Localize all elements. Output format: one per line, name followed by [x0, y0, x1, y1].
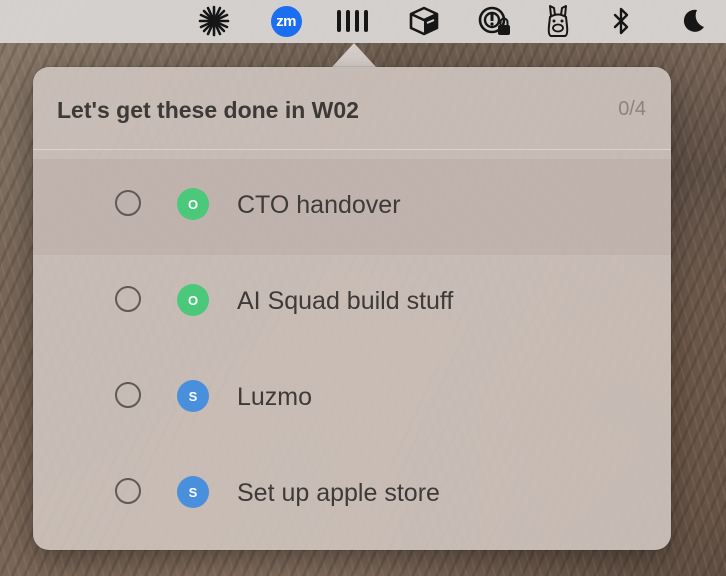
task-checkbox[interactable] [115, 478, 141, 504]
llama-icon[interactable] [542, 4, 574, 38]
zoom-icon[interactable]: zm [269, 4, 303, 38]
menu-bar: zm [0, 0, 726, 43]
privacy-lock-icon[interactable] [476, 4, 512, 38]
popover-header: Let's get these done in W02 0/4 [33, 67, 671, 150]
task-label: Luzmo [237, 383, 313, 411]
todo-popover: Let's get these done in W02 0/4 O CTO ha… [33, 67, 671, 550]
bars-icon[interactable] [334, 4, 370, 38]
task-label: AI Squad build stuff [237, 287, 454, 315]
popover-caret [332, 43, 376, 67]
zoom-badge-text: zm [270, 5, 302, 37]
task-row[interactable]: S Luzmo [33, 351, 671, 447]
avatar: S [177, 380, 209, 412]
task-list: O CTO handover O AI Squad build stuff S … [33, 159, 671, 543]
avatar: O [177, 284, 209, 316]
task-row[interactable]: O AI Squad build stuff [33, 255, 671, 351]
box-icon[interactable] [407, 4, 441, 38]
avatar: S [177, 476, 209, 508]
task-checkbox[interactable] [115, 190, 141, 216]
moon-icon[interactable] [676, 4, 708, 38]
task-progress-count: 0/4 [618, 98, 646, 120]
task-row[interactable]: S Set up apple store [33, 447, 671, 543]
task-checkbox[interactable] [115, 382, 141, 408]
avatar: O [177, 188, 209, 220]
popover-title: Let's get these done in W02 [57, 97, 359, 123]
bluetooth-icon[interactable] [608, 4, 634, 38]
task-checkbox[interactable] [115, 286, 141, 312]
task-label: Set up apple store [237, 479, 440, 507]
asterisk-icon[interactable] [196, 4, 232, 38]
task-label: CTO handover [237, 191, 401, 219]
task-row[interactable]: O CTO handover [33, 159, 671, 255]
